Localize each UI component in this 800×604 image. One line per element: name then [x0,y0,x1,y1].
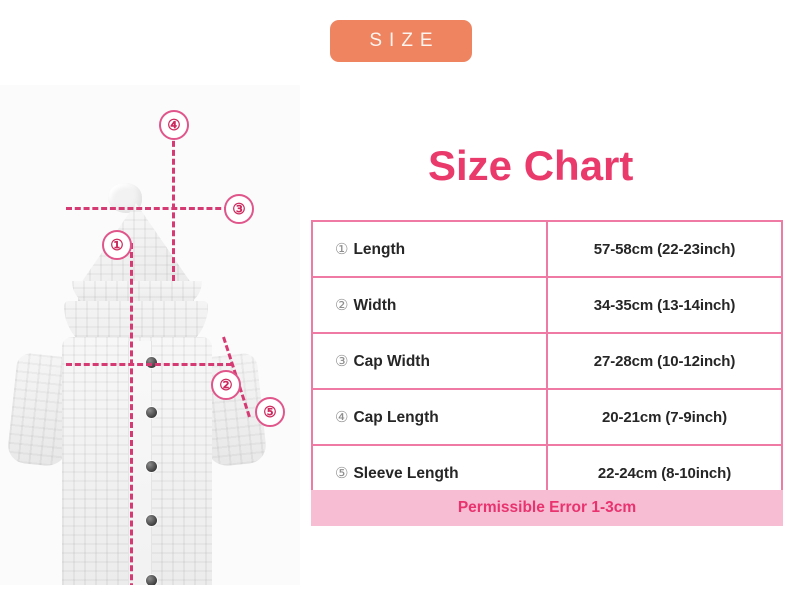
measurement-label: Cap Width [353,352,430,370]
measurement-label-cell: ④ Cap Length [311,388,548,446]
circled-number-icon: ④ [335,408,349,426]
measurement-label-cell: ① Length [311,220,548,278]
size-chart-table: ① Length 57-58cm (22-23inch) ② Width 34-35… [311,220,783,502]
permissible-error-note: Permissible Error 1-3cm [311,490,783,526]
marker-cap-length: ④ [159,110,189,140]
table-row: ③ Cap Width 27-28cm (10-12inch) [311,332,783,390]
circled-number-icon: ① [335,240,349,258]
measurement-label: Sleeve Length [353,464,459,482]
measure-line-length [130,243,133,585]
measurement-value: 57-58cm (22-23inch) [546,220,783,278]
circled-number-icon: ② [335,296,349,314]
marker-cap-width: ③ [224,194,254,224]
marker-width: ② [211,370,241,400]
button-dot [146,407,157,418]
measurement-label-cell: ② Width [311,276,548,334]
table-row: ④ Cap Length 20-21cm (7-9inch) [311,388,783,446]
table-row: ② Width 34-35cm (13-14inch) [311,276,783,334]
button-dot [146,575,157,585]
marker-length: ① [102,230,132,260]
measure-line-cap-length [172,123,175,281]
measurement-value: 20-21cm (7-9inch) [546,388,783,446]
marker-sleeve-length: ⑤ [255,397,285,427]
measurement-label: Width [353,296,397,314]
circled-number-icon: ⑤ [335,464,349,482]
page-title: Size Chart [428,142,634,189]
measurement-value: 27-28cm (10-12inch) [546,332,783,390]
product-photo-panel: ④ ③ ① ② ⑤ [0,85,300,585]
measurement-label-cell: ③ Cap Width [311,332,548,390]
size-chart-page: SIZE ④ ③ ① ② ⑤ Size Chart ① Length 57-58… [0,0,800,604]
measure-line-width [66,363,232,366]
circled-number-icon: ③ [335,352,349,370]
button-dot [146,461,157,472]
measurement-label: Length [353,240,406,258]
measure-line-cap-width [66,207,230,210]
measurement-label: Cap Length [353,408,439,426]
garment-illustration: ④ ③ ① ② ⑤ [0,85,300,585]
size-badge: SIZE [330,20,472,62]
button-dot [146,515,157,526]
table-row: ① Length 57-58cm (22-23inch) [311,220,783,278]
measurement-value: 34-35cm (13-14inch) [546,276,783,334]
